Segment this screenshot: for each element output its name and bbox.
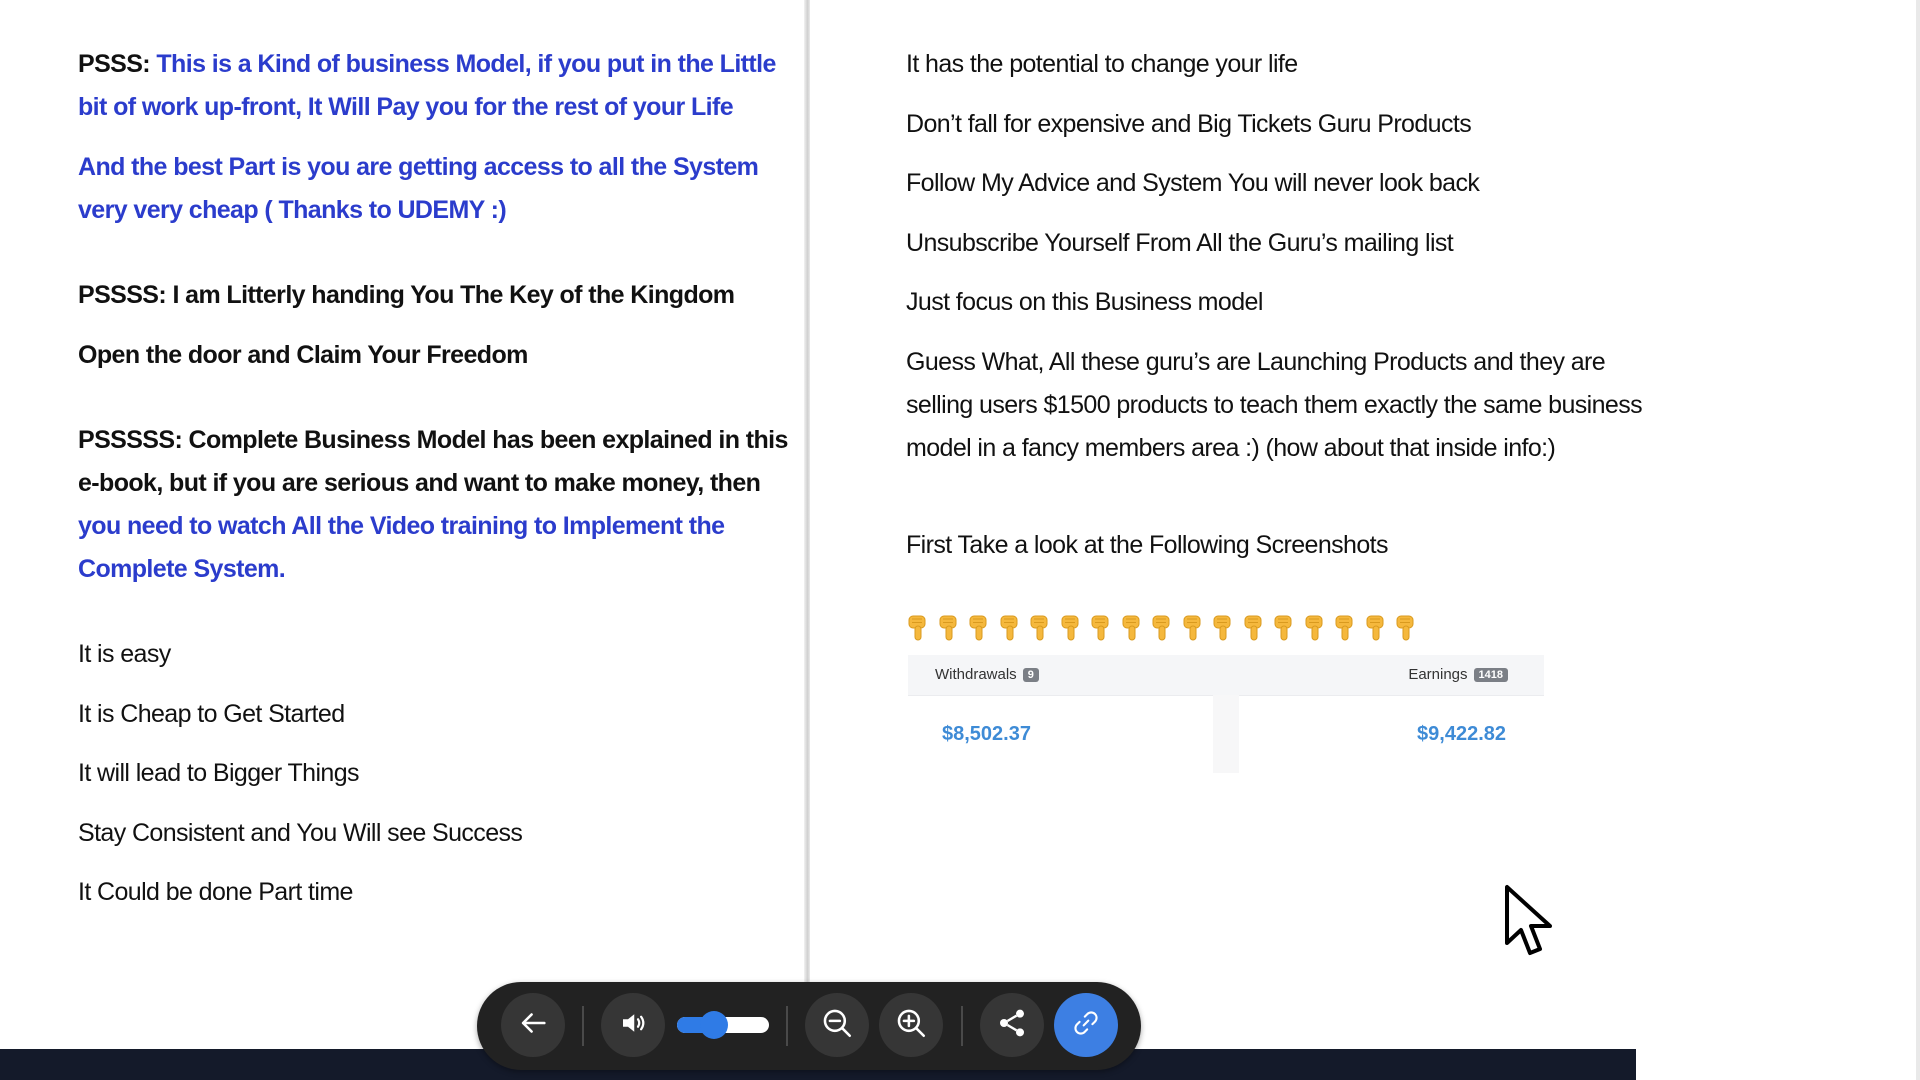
link-icon (1072, 1009, 1100, 1042)
right-page: It has the potential to change your life… (810, 0, 1920, 1080)
pointing-down-hand-icon (1273, 614, 1295, 642)
pointing-down-hand-icon (968, 614, 990, 642)
psssss-line3: you need to watch All the Video training… (78, 512, 725, 540)
viewer-toolbar (477, 982, 1141, 1070)
back-button[interactable] (501, 993, 565, 1057)
pointing-down-hand-icon (999, 614, 1021, 642)
flipbook-viewer: PSSS: This is a Kind of business Model, … (0, 0, 1920, 1080)
pointing-down-emoji-row (907, 614, 1426, 648)
psss-prefix: PSSS: (78, 50, 151, 78)
withdrawals-badge: 9 (1022, 668, 1039, 682)
withdrawals-label: Withdrawals 9 (935, 666, 1039, 683)
psssss-line2: e-book, but if you are serious and want … (78, 469, 761, 497)
list-item: It Could be done Part time (78, 878, 353, 906)
mouse-pointer-icon (1503, 883, 1555, 966)
pointing-down-hand-icon (1182, 614, 1204, 642)
withdrawals-label-text: Withdrawals (935, 666, 1017, 683)
toolbar-separator (582, 1006, 584, 1046)
psssss-line1: PSSSSS: Complete Business Model has been… (78, 426, 788, 454)
pointing-down-hand-icon (1060, 614, 1082, 642)
share-icon (996, 1007, 1028, 1044)
psss-text: This is a Kind of business Model, if you… (156, 50, 776, 78)
pointing-down-hand-icon (1365, 614, 1387, 642)
stats-divider (1213, 695, 1239, 773)
list-item: Stay Consistent and You Will see Success (78, 819, 523, 847)
volume-slider-thumb[interactable] (699, 1011, 728, 1039)
volume-button[interactable] (601, 993, 665, 1057)
list-item: It is Cheap to Get Started (78, 700, 345, 728)
earnings-screenshot: Withdrawals 9 Earnings 1418 $8,502.37 $9,4… (908, 655, 1544, 773)
best-part-line2: very very cheap ( Thanks to UDEMY :) (78, 196, 507, 224)
screenshots-heading: First Take a look at the Following Scree… (906, 531, 1389, 559)
earnings-badge: 1418 (1473, 668, 1508, 682)
toolbar-separator (786, 1006, 788, 1046)
page-edge (1916, 0, 1920, 1080)
pointing-down-hand-icon (1304, 614, 1326, 642)
withdrawals-value: $8,502.37 (942, 723, 1031, 745)
psss-paragraph-line1: PSSS: This is a Kind of business Model, … (78, 43, 776, 86)
psss-paragraph-line2: bit of work up-front, It Will Pay you fo… (78, 93, 734, 121)
right-line: Unsubscribe Yourself From All the Guru’s… (906, 229, 1454, 257)
earnings-label: Earnings 1418 (1408, 666, 1508, 683)
pointing-down-hand-icon (1395, 614, 1417, 642)
guess-line2: selling users $1500 products to teach th… (906, 391, 1643, 419)
list-item: It will lead to Bigger Things (78, 759, 360, 787)
pssss-line: PSSSS: I am Litterly handing You The Key… (78, 281, 735, 309)
right-line: Don’t fall for expensive and Big Tickets… (906, 110, 1472, 138)
right-line: Just focus on this Business model (906, 288, 1263, 316)
pointing-down-hand-icon (1334, 614, 1356, 642)
right-line: Follow My Advice and System You will nev… (906, 169, 1480, 197)
pointing-down-hand-icon (1029, 614, 1051, 642)
pointing-down-hand-icon (907, 614, 929, 642)
arrow-left-icon (516, 1006, 550, 1045)
pointing-down-hand-icon (1090, 614, 1112, 642)
pointing-down-hand-icon (938, 614, 960, 642)
speaker-icon (618, 1008, 648, 1043)
zoom-out-button[interactable] (805, 993, 869, 1057)
earnings-value: $9,422.82 (1417, 723, 1506, 745)
left-page: PSSS: This is a Kind of business Model, … (0, 0, 806, 1080)
share-button[interactable] (980, 993, 1044, 1057)
list-item: It is easy (78, 640, 171, 668)
toolbar-separator (961, 1006, 963, 1046)
guess-line3: model in a fancy members area :) (how ab… (906, 434, 1556, 462)
best-part-line1: And the best Part is you are getting acc… (78, 153, 759, 181)
zoom-in-button[interactable] (879, 993, 943, 1057)
psssss-line4: Complete System. (78, 555, 286, 583)
pointing-down-hand-icon (1212, 614, 1234, 642)
zoom-in-icon (894, 1006, 928, 1045)
pointing-down-hand-icon (1121, 614, 1143, 642)
pointing-down-hand-icon (1151, 614, 1173, 642)
open-door-line: Open the door and Claim Your Freedom (78, 341, 528, 369)
volume-slider[interactable] (677, 1011, 769, 1039)
pointing-down-hand-icon (1243, 614, 1265, 642)
guess-line1: Guess What, All these guru’s are Launchi… (906, 348, 1606, 376)
earnings-label-text: Earnings (1408, 666, 1468, 683)
link-button[interactable] (1054, 993, 1118, 1057)
zoom-out-icon (820, 1006, 854, 1045)
right-line: It has the potential to change your life (906, 50, 1298, 78)
